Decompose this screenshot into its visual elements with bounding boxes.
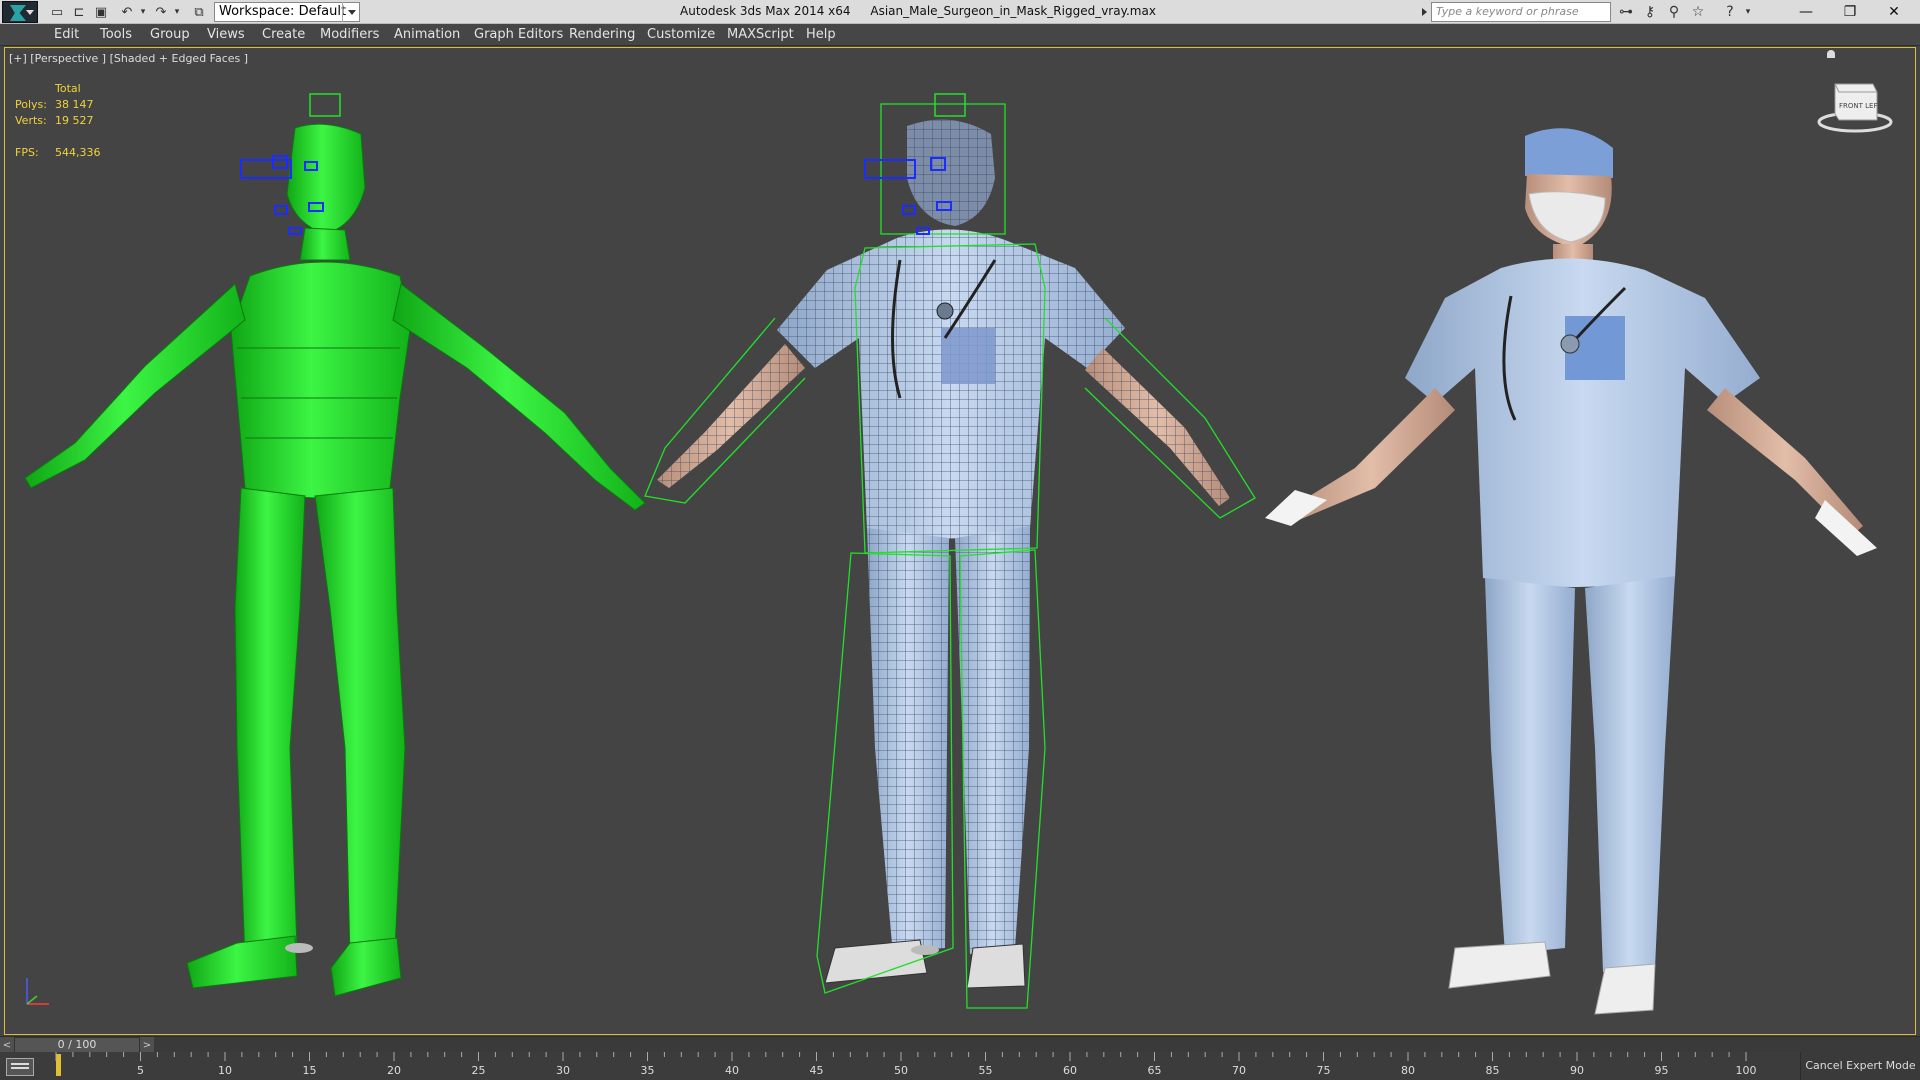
- new-file-icon[interactable]: ▭: [48, 3, 66, 21]
- next-frame-button[interactable]: >: [140, 1037, 154, 1053]
- help-icon[interactable]: ?: [1720, 3, 1740, 21]
- close-icon[interactable]: ✕: [1872, 0, 1916, 24]
- dropdown-arrow-icon: [26, 10, 34, 15]
- menu-create[interactable]: Create: [262, 27, 305, 42]
- wireframe-surgeon-figure[interactable]: [644, 93, 1256, 1009]
- verts-value: 19 527: [55, 114, 94, 127]
- 3dsmax-logo-icon: [10, 5, 26, 21]
- favorites-star-icon[interactable]: ☆: [1688, 3, 1708, 21]
- menu-maxscript[interactable]: MAXScript: [727, 27, 794, 42]
- frame-tick-label: 75: [1317, 1064, 1331, 1077]
- subscription-icon[interactable]: ⚲: [1664, 3, 1684, 21]
- redo-dropdown-icon[interactable]: ▾: [168, 3, 186, 21]
- menu-tools[interactable]: Tools: [100, 27, 132, 42]
- help-dropdown-icon[interactable]: ▾: [1738, 3, 1758, 21]
- workspace-select[interactable]: Workspace: Default: [214, 2, 360, 22]
- fps-label: FPS:: [15, 146, 39, 159]
- app-menu-button[interactable]: [2, 1, 38, 23]
- workspace-dropdown-button[interactable]: [342, 2, 360, 22]
- current-frame-marker[interactable]: [56, 1054, 61, 1076]
- frame-tick-label: 15: [303, 1064, 317, 1077]
- verts-label: Verts:: [15, 114, 47, 127]
- perspective-viewport[interactable]: [+] [Perspective ] [Shaded + Edged Faces…: [4, 47, 1916, 1035]
- menu-group[interactable]: Group: [150, 27, 190, 42]
- menu-modifiers[interactable]: Modifiers: [320, 27, 379, 42]
- key-icon[interactable]: ⚷: [1640, 3, 1660, 21]
- project-folder-icon[interactable]: ⧉: [190, 3, 208, 21]
- search-input[interactable]: Type a keyword or phrase: [1431, 2, 1611, 22]
- chevron-down-icon: [347, 9, 356, 15]
- app-name: Autodesk 3ds Max 2014 x64: [680, 4, 851, 18]
- previous-frame-button[interactable]: <: [0, 1037, 14, 1053]
- binoculars-icon[interactable]: ⊶: [1616, 3, 1636, 21]
- window-title: Autodesk 3ds Max 2014 x64 Asian_Male_Sur…: [680, 4, 1172, 18]
- open-file-icon[interactable]: ⊏: [70, 3, 88, 21]
- menu-graph-editors[interactable]: Graph Editors: [474, 27, 563, 42]
- frame-tick-label: 80: [1401, 1064, 1415, 1077]
- frame-tick-label: 40: [725, 1064, 739, 1077]
- frame-tick-label: 95: [1655, 1064, 1669, 1077]
- chevron-right-icon: [1421, 8, 1427, 16]
- menu-help[interactable]: Help: [806, 27, 836, 42]
- frame-tick-label: 60: [1063, 1064, 1077, 1077]
- frame-tick-label: 65: [1148, 1064, 1162, 1077]
- restore-icon[interactable]: ❐: [1828, 0, 1872, 24]
- axis-tripod-icon: [26, 978, 49, 1005]
- statistics-overlay: Total Polys: 38 147 Verts: 19 527 FPS: 544,…: [15, 81, 101, 161]
- polys-value: 38 147: [55, 98, 94, 111]
- menu-customize[interactable]: Customize: [647, 27, 715, 42]
- fps-value: 544,336: [55, 146, 101, 159]
- file-name: Asian_Male_Surgeon_in_Mask_Rigged_vray.m…: [870, 4, 1156, 18]
- frame-tick-label: 10: [218, 1064, 232, 1077]
- menu-rendering[interactable]: Rendering: [569, 27, 635, 42]
- save-file-icon[interactable]: ▣: [92, 3, 110, 21]
- polys-label: Polys:: [15, 98, 47, 111]
- frame-tick-label: 90: [1570, 1064, 1584, 1077]
- undo-dropdown-icon[interactable]: ▾: [134, 3, 152, 21]
- cancel-expert-mode-button[interactable]: Cancel Expert Mode: [1800, 1052, 1920, 1080]
- time-slider[interactable]: < 0 / 100 >: [0, 1036, 1920, 1053]
- menu-animation[interactable]: Animation: [394, 27, 460, 42]
- frame-tick-label: 45: [810, 1064, 824, 1077]
- title-bar: ▭ ⊏ ▣ ↶ ▾ ↷ ▾ ⧉ Workspace: Default Autod…: [0, 0, 1920, 24]
- curve-editor-icon[interactable]: [6, 1058, 34, 1076]
- frame-tick-label: 5: [137, 1064, 144, 1077]
- home-icon[interactable]: [1827, 50, 1835, 58]
- viewcube[interactable]: FRONT LEFT: [1815, 70, 1895, 136]
- shaded-surgeon-figure[interactable]: [1265, 128, 1877, 1015]
- minimize-icon[interactable]: —: [1784, 0, 1828, 24]
- frame-tick-label: 85: [1486, 1064, 1500, 1077]
- viewcube-face-label: FRONT LEFT: [1839, 102, 1882, 110]
- search-expand-button[interactable]: [1418, 3, 1430, 21]
- frame-tick-label: 55: [979, 1064, 993, 1077]
- frame-tick-label: 20: [387, 1064, 401, 1077]
- frame-tick-label: 100: [1736, 1064, 1757, 1077]
- frame-tick-label: 25: [472, 1064, 486, 1077]
- menu-edit[interactable]: Edit: [54, 27, 79, 42]
- frame-tick-label: 70: [1232, 1064, 1246, 1077]
- frame-tick-label: 35: [641, 1064, 655, 1077]
- frame-ruler[interactable]: 5 10 15 20 25 30 35 40 45 50 55 60 65 70 75 80 85 90 95 100: [54, 1052, 1804, 1080]
- menu-bar: Edit Tools Group Views Create Modifiers …: [0, 24, 1920, 46]
- frame-tick-label: 30: [556, 1064, 570, 1077]
- viewport-label[interactable]: [+] [Perspective ] [Shaded + Edged Faces…: [9, 52, 248, 65]
- time-slider-thumb[interactable]: 0 / 100: [14, 1037, 140, 1053]
- scene-canvas[interactable]: [5, 48, 1916, 1035]
- rig-proxy-figure[interactable]: [24, 93, 646, 997]
- frame-tick-label: 50: [894, 1064, 908, 1077]
- menu-views[interactable]: Views: [207, 27, 245, 42]
- stats-total-header: Total: [55, 82, 81, 95]
